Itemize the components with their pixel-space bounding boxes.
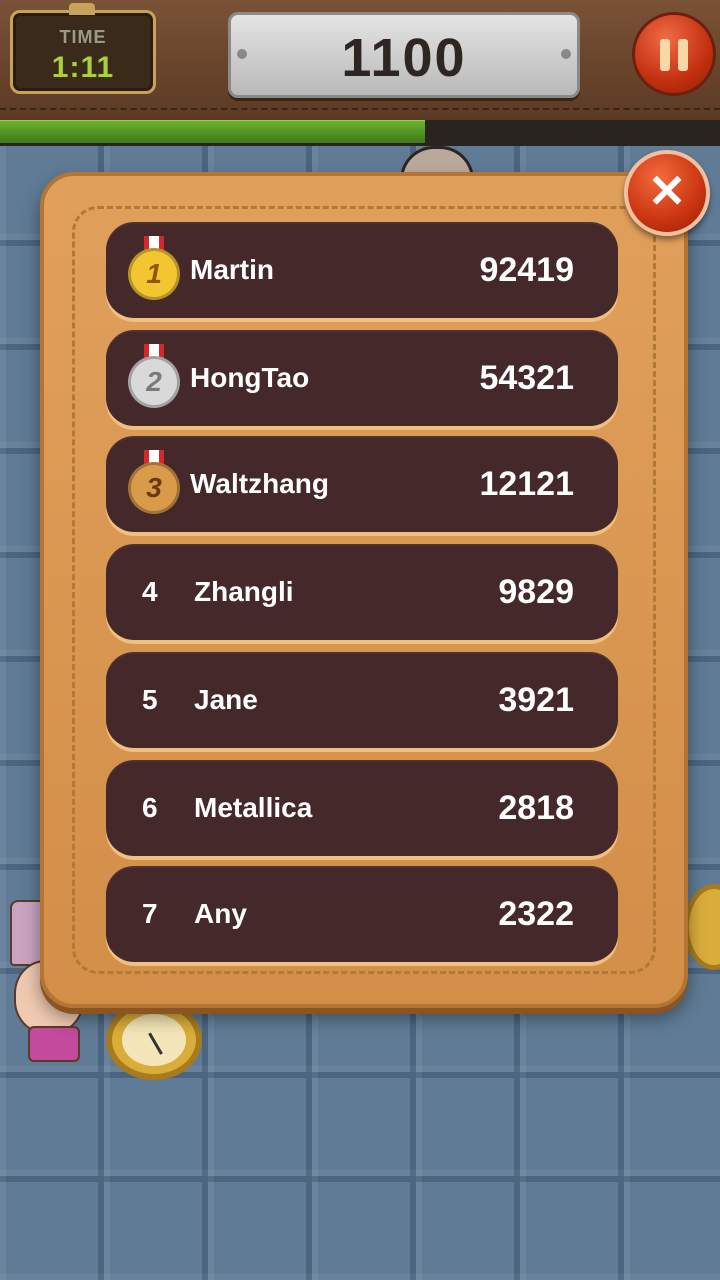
- rank-number: 6: [142, 792, 158, 823]
- player-score: 9829: [498, 573, 574, 611]
- hud-bar: TIME 1:11 1100: [0, 0, 720, 123]
- player-score: 2818: [498, 789, 574, 827]
- player-name: Martin: [190, 254, 274, 285]
- timer-bar-fill: [0, 120, 425, 143]
- player-score: 3921: [498, 681, 574, 719]
- player-name: HongTao: [190, 362, 310, 393]
- score-display: 1100: [228, 12, 580, 98]
- leaderboard-row: 3 Waltzhang 12121: [106, 436, 618, 532]
- player-score: 12121: [479, 465, 574, 503]
- current-score: 1100: [341, 28, 467, 88]
- player-name: Zhangli: [194, 576, 294, 607]
- player-score: 92419: [479, 251, 574, 289]
- clock-face: [122, 1014, 186, 1066]
- player-name: Waltzhang: [190, 468, 329, 499]
- player-score: 2322: [498, 895, 574, 933]
- medal-rank-number: 1: [128, 248, 180, 300]
- leaderboard-row: 2 HongTao 54321: [106, 330, 618, 426]
- alarm-clock-icon: [106, 1000, 202, 1080]
- leaderboard-row: 4 Zhangli 9829: [106, 544, 618, 640]
- leaderboard-row: 5 Jane 3921: [106, 652, 618, 748]
- bronze-medal-icon: 3: [126, 450, 182, 522]
- gold-medal-icon: 1: [126, 236, 182, 308]
- time-display: TIME 1:11: [10, 3, 156, 94]
- silver-medal-icon: 2: [126, 344, 182, 416]
- rank-number: 7: [142, 898, 158, 929]
- player-name: Any: [194, 898, 247, 929]
- pause-icon: [660, 39, 670, 71]
- leaderboard-row: 7 Any 2322: [106, 866, 618, 962]
- time-clip: [69, 3, 95, 15]
- player-name: Metallica: [194, 792, 313, 823]
- pause-button[interactable]: [632, 12, 716, 96]
- clock-hand: [148, 1032, 163, 1055]
- hud-stitching: [0, 108, 720, 110]
- rank-number: 5: [142, 684, 158, 715]
- timer-bar: [0, 120, 720, 146]
- leaderboard-row: 6 Metallica 2818: [106, 760, 618, 856]
- player-score: 54321: [479, 359, 574, 397]
- medal-rank-number: 2: [128, 356, 180, 408]
- close-button[interactable]: ✕: [624, 150, 710, 236]
- close-icon: ✕: [647, 165, 687, 217]
- time-label: TIME: [59, 27, 107, 47]
- medal-rank-number: 3: [128, 462, 180, 514]
- pause-icon: [678, 39, 688, 71]
- rank-number: 4: [142, 576, 158, 607]
- player-name: Jane: [194, 684, 258, 715]
- leaderboard-row: 1 Martin 92419: [106, 222, 618, 318]
- time-value: 1:11: [51, 51, 115, 84]
- character-body: [28, 1026, 80, 1062]
